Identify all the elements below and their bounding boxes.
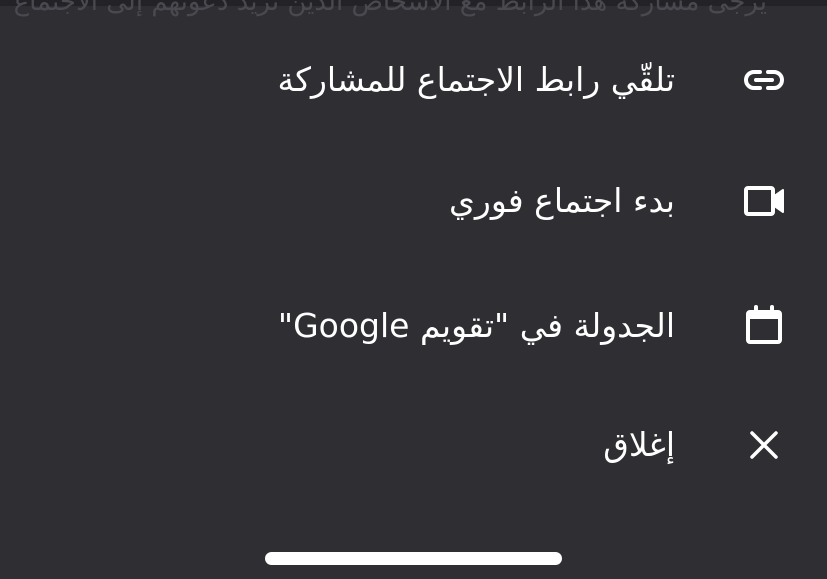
close-icon xyxy=(738,419,790,471)
home-indicator[interactable] xyxy=(265,552,562,565)
calendar-icon xyxy=(738,300,790,352)
background-text: يرجى مشاركة هذا الرابط مع الأشخاص الذين … xyxy=(13,0,767,17)
menu-item-label: الجدولة في "تقويم Google" xyxy=(277,306,675,346)
video-camera-icon xyxy=(738,175,790,227)
menu-item-label: بدء اجتماع فوري xyxy=(449,181,675,221)
background-content-strip: يرجى مشاركة هذا الرابط مع الأشخاص الذين … xyxy=(0,0,827,17)
menu-item-label: إغلاق xyxy=(603,425,675,465)
menu-item-close[interactable]: إغلاق xyxy=(0,390,827,500)
link-icon xyxy=(738,54,790,106)
menu-item-label: تلقّي رابط الاجتماع للمشاركة xyxy=(277,60,675,100)
menu-item-get-meeting-link[interactable]: تلقّي رابط الاجتماع للمشاركة xyxy=(0,25,827,135)
bottom-sheet: يرجى مشاركة هذا الرابط مع الأشخاص الذين … xyxy=(0,0,827,579)
menu-item-schedule-google-calendar[interactable]: الجدولة في "تقويم Google" xyxy=(0,271,827,381)
menu-item-start-instant-meeting[interactable]: بدء اجتماع فوري xyxy=(0,146,827,256)
